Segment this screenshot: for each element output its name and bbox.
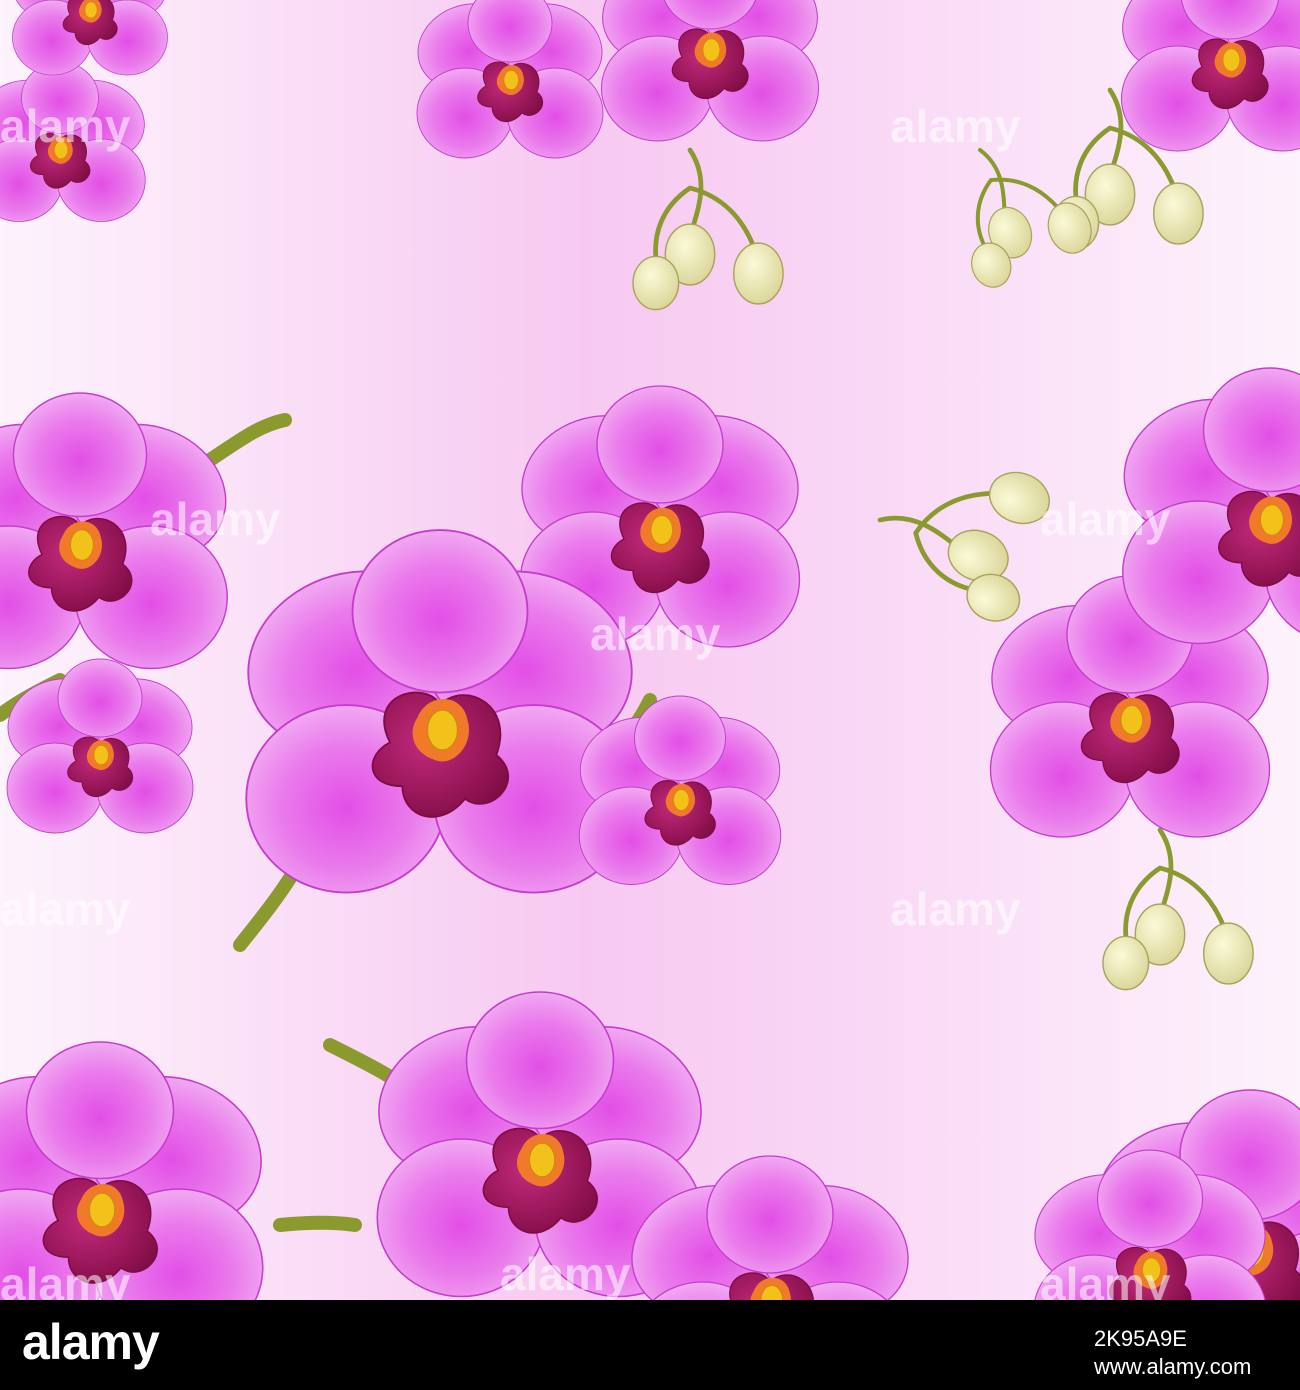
watermark-text: alamy <box>0 1258 131 1300</box>
alamy-logo[interactable]: alamy <box>22 1312 160 1372</box>
watermark-text: alamy <box>590 608 721 660</box>
watermark-text: alamy <box>500 1248 631 1300</box>
image-id: 2K95A9E <box>1094 1326 1187 1351</box>
stock-image: alamy alamy alamy alamy alamy alamy alam… <box>0 0 1300 1390</box>
watermark-text: alamy <box>0 100 131 152</box>
watermark-text: alamy <box>1040 1258 1171 1300</box>
watermark-text: alamy <box>0 883 131 935</box>
watermark-text: alamy <box>890 883 1021 935</box>
watermark-text: alamy <box>1040 493 1171 545</box>
watermark-text: alamy <box>150 493 281 545</box>
stock-footer-bar: alamy 2K95A9E www.alamy.com <box>0 1300 1300 1390</box>
orchid-pattern: alamy alamy alamy alamy alamy alamy alam… <box>0 0 1300 1300</box>
watermark-text: alamy <box>890 100 1021 152</box>
site-url[interactable]: www.alamy.com <box>1094 1354 1251 1380</box>
